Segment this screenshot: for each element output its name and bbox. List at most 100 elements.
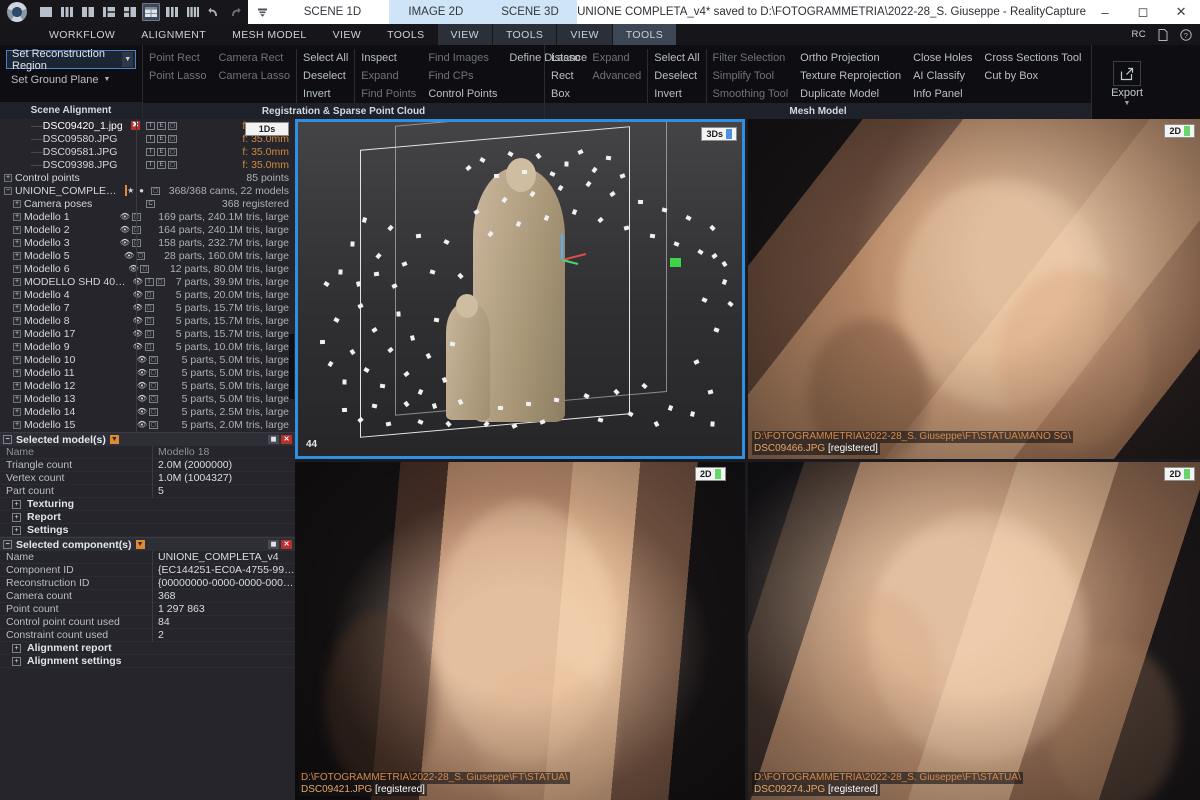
visibility-eye-icon[interactable]: 👁 [133,329,143,338]
camera-marker[interactable] [585,180,592,188]
close-panel-button[interactable]: ✕ [281,540,292,549]
simplify-tool-button[interactable]: Simplify Tool [713,67,789,85]
camera-marker[interactable] [597,417,604,423]
viewport-image-bottom-right[interactable]: 2D D:\FOTOGRAMMETRIA\2022-28_S. Giuseppe… [748,462,1200,800]
camera-marker[interactable] [673,241,680,247]
document-icon[interactable] [1152,24,1174,45]
ai-classify-button[interactable]: AI Classify [913,67,972,85]
camera-marker[interactable] [641,382,648,390]
camera-marker[interactable] [396,311,401,317]
tree-row[interactable]: ── DSC09581.JPG T E ◻ f: 35.0mm [0,145,295,158]
ribbon-tab-tools[interactable]: TOOLS [374,24,437,45]
tree-expander[interactable]: + [13,368,21,377]
tree-expander[interactable]: + [13,277,21,286]
viewport-badge-2d[interactable]: 2D [1164,467,1195,481]
camera-marker[interactable] [539,419,546,425]
tree-row[interactable]: + Camera poses C 368 registered [0,197,295,210]
scene-tree[interactable]: ──DSC09420_1.jpg✖TE◻f: 35.0mm──DSC09580.… [0,119,295,432]
tree-row[interactable]: −UNIONE_COMPLETA_v4★●◻368/368 cams, 22 m… [0,184,295,197]
selected-camera-marker[interactable] [670,258,681,267]
camera-marker[interactable] [361,217,368,223]
mesh-deselect-button[interactable]: Deselect [654,67,699,85]
expand-button[interactable]: Expand [361,67,416,85]
tree-row[interactable]: + Control points 85 points [0,171,295,184]
property-row[interactable]: Constraint count used 2 [0,628,295,642]
pin-icon[interactable]: ▼ [135,540,145,549]
camera-marker[interactable] [497,405,504,411]
camera-marker[interactable] [338,269,343,275]
tree-expander[interactable]: + [13,199,21,208]
property-row[interactable]: Point count 1 297 863 [0,602,295,616]
visibility-eye-icon[interactable]: 👁 [133,303,143,312]
tree-row[interactable]: + Modello 11 👁 ◻ 5 parts, 5.0M tris, large [0,366,295,379]
camera-marker[interactable] [535,152,542,160]
camera-lasso-button[interactable]: Camera Lasso [218,67,290,85]
camera-marker[interactable] [571,208,578,216]
camera-marker[interactable] [487,230,494,238]
caret-down-icon[interactable]: ▼ [1124,100,1131,107]
visibility-eye-icon[interactable]: 👁 [120,225,130,234]
minimize-button[interactable]: – [1086,0,1124,24]
cross-sections-tool-button[interactable]: Cross Sections Tool [984,49,1081,67]
tree-expander[interactable]: + [13,264,21,273]
visibility-eye-icon[interactable]: 👁 [133,342,143,351]
expand-icon[interactable]: + [12,643,21,653]
redo-icon[interactable] [226,3,244,21]
undock-button[interactable]: ◼ [268,435,279,444]
help-icon[interactable]: ? [1174,24,1200,45]
filter-selection-button[interactable]: Filter Selection [713,49,789,67]
set-reconstruction-region-combo[interactable]: Set Reconstruction Region ▼ [6,48,136,72]
camera-marker[interactable] [431,403,438,409]
export-button[interactable]: Export ▼ [1092,45,1162,119]
close-holes-button[interactable]: Close Holes [913,49,972,67]
close-button[interactable]: ✕ [1162,0,1200,24]
camera-marker[interactable] [543,214,550,222]
camera-marker[interactable] [391,283,398,289]
ortho-projection-button[interactable]: Ortho Projection [800,49,901,67]
tree-expander[interactable]: + [13,303,21,312]
duplicate-model-button[interactable]: Duplicate Model [800,85,901,103]
camera-marker[interactable] [689,411,696,417]
tree-row[interactable]: + Modello 6 👁 ◻ 12 parts, 80.0M tris, large [0,262,295,275]
pin-icon[interactable]: ▼ [109,435,119,444]
camera-marker[interactable] [713,327,720,333]
camera-marker[interactable] [649,233,656,239]
tree-expander[interactable]: + [13,394,21,403]
camera-marker[interactable] [661,207,668,213]
view-badge-1ds[interactable]: 1Ds [245,122,289,136]
tree-row[interactable]: +Modello 3👁◻158 parts, 232.7M tris, larg… [0,236,295,249]
visibility-eye-icon[interactable]: 👁 [137,368,147,377]
camera-marker[interactable] [417,419,424,425]
camera-marker[interactable] [515,220,522,228]
camera-marker[interactable] [441,376,448,384]
camera-marker[interactable] [449,341,456,347]
tree-expander[interactable]: − [4,186,12,195]
camera-marker[interactable] [445,420,452,428]
visibility-eye-icon[interactable]: 👁 [120,212,130,221]
close-panel-button[interactable]: ✕ [281,435,292,444]
viewport-image-bottom-left[interactable]: D:\FOTOGRAMMETRIA\2022-28_S. Giuseppe\FT… [295,462,745,800]
selected-component-panel-header[interactable]: − Selected component(s) ▼ ◼ ✕ [0,538,295,551]
tree-expander[interactable]: + [4,173,12,182]
ribbon-tab-workflow[interactable]: WORKFLOW [36,24,128,45]
property-section[interactable]: + Alignment settings [0,655,295,668]
viewport-image-top-right[interactable]: 2D D:\FOTOGRAMMETRIA\2022-28_S. Giuseppe… [748,119,1200,459]
camera-marker[interactable] [357,303,364,309]
camera-marker[interactable] [709,224,716,232]
camera-marker[interactable] [707,389,714,395]
camera-marker[interactable] [613,388,620,396]
visibility-eye-icon[interactable]: 👁 [124,251,134,260]
camera-marker[interactable] [479,156,486,164]
layout-two-columns-icon[interactable] [79,3,97,21]
camera-marker[interactable] [341,407,348,413]
expand-icon[interactable]: + [12,656,21,666]
camera-marker[interactable] [653,420,660,428]
tree-expander[interactable]: + [13,420,21,429]
camera-marker[interactable] [583,393,590,399]
collapse-icon[interactable]: − [3,435,12,444]
camera-marker[interactable] [693,359,700,365]
tree-expander[interactable]: + [13,329,21,338]
camera-marker[interactable] [525,401,532,407]
tree-row[interactable]: + Modello 15 👁 ◻ 5 parts, 2.0M tris, large [0,418,295,431]
camera-marker[interactable] [403,370,410,378]
